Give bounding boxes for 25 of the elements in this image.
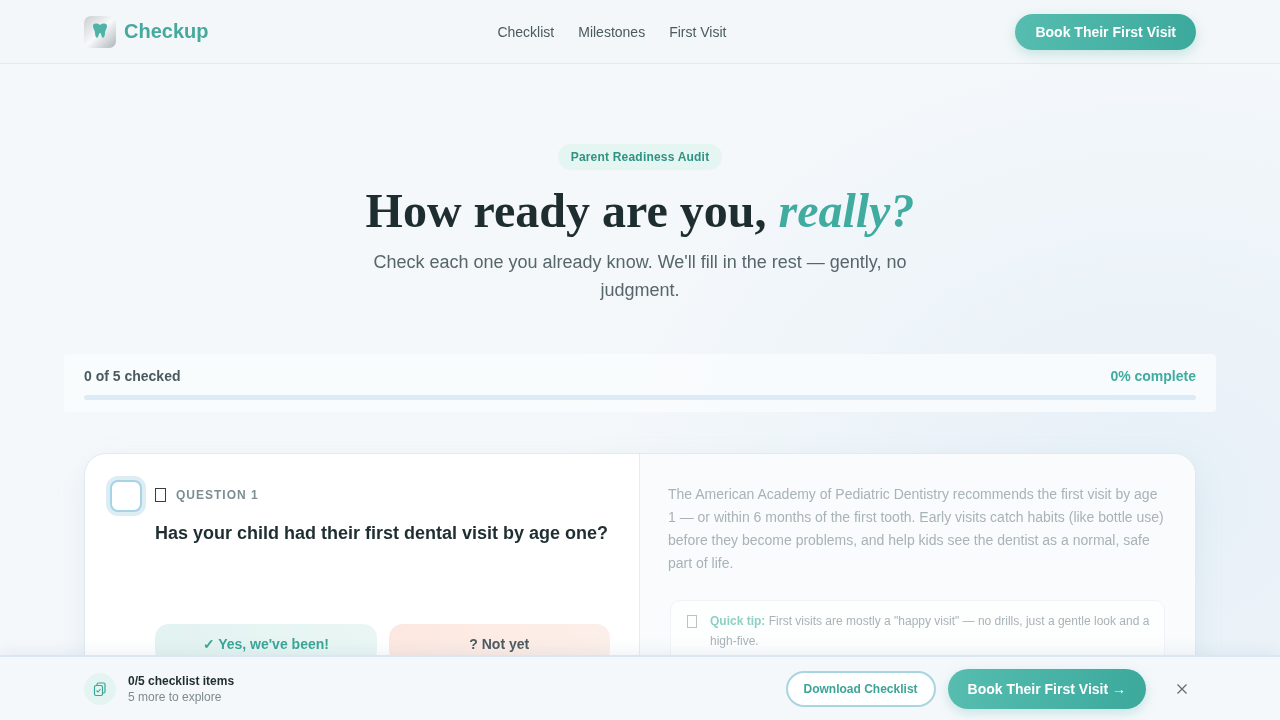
nav-link[interactable]: Checklist: [497, 23, 555, 40]
empty-box-icon: [687, 615, 697, 628]
question-text: Has your child had their first dental visit by age one?: [155, 522, 609, 545]
logo-text[interactable]: Checkup: [124, 20, 209, 43]
download-button[interactable]: Download Checklist: [785, 670, 936, 707]
checked-count: 0 of 5 checked: [84, 367, 181, 386]
close-icon: [1177, 683, 1187, 694]
tip-text: Quick tip: First visits are mostly a "happy visit" — no drills, just a gentle look and a high-five.: [710, 613, 1151, 650]
checklist-remaining: 5 more to explore: [128, 688, 223, 705]
question-number: QUESTION 1: [176, 488, 259, 502]
nav-link[interactable]: Milestones: [578, 23, 646, 40]
section-badge: Parent Readiness Audit: [557, 144, 723, 170]
hero-heading: How ready are you, really?: [365, 183, 915, 239]
checklist-count: 0/5 checklist items: [128, 672, 235, 689]
explanation-text: The American Academy of Pediatric Dentistry recommends the first visit by age 1 — or within 6 months of the first tooth. Early visits catch habits (like bottle use) before they become problems, and help kids see the dentist as a normal, safe part of life.: [668, 485, 1165, 573]
empty-box-icon: [155, 488, 166, 502]
book-visit-button[interactable]: Book Their First Visit →: [947, 668, 1146, 709]
answer-button[interactable]: ? Not yet: [388, 624, 610, 655]
nav-link[interactable]: First Visit: [669, 23, 727, 40]
percent-complete: 0% complete: [1110, 367, 1196, 386]
answer-button[interactable]: ✓ Yes, we've been!: [155, 624, 377, 655]
book-visit-button[interactable]: Book Their First Visit: [1015, 13, 1196, 50]
hero-subtitle: Check each one you already know. We'll fill in the rest — gently, no judgment.: [372, 251, 908, 302]
documents-icon: [84, 672, 116, 705]
tooth-logo-icon: [84, 15, 116, 48]
